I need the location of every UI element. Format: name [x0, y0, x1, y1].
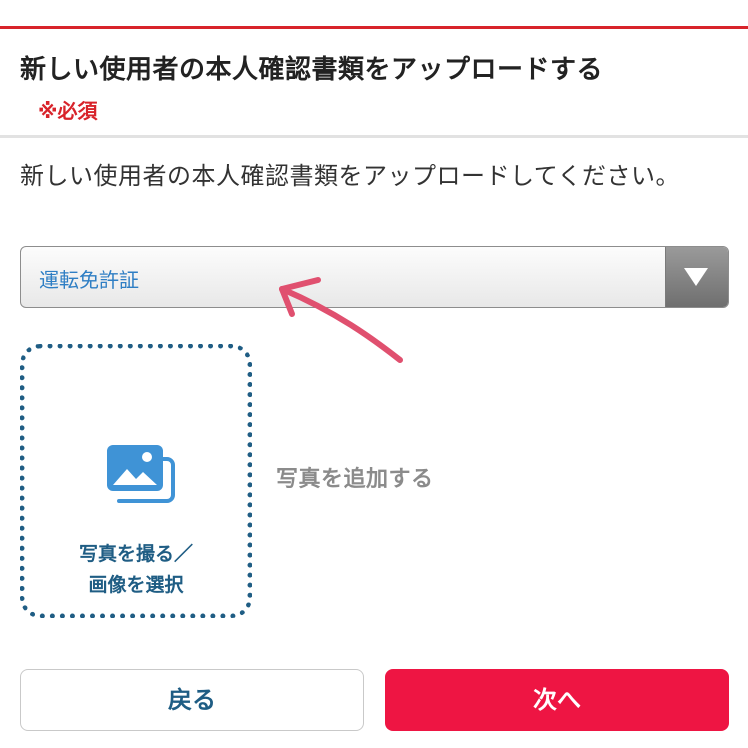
instruction-text: 新しい使用者の本人確認書類をアップロードしてください。 [20, 162, 681, 190]
back-button[interactable]: 戻る [20, 669, 364, 731]
document-type-select[interactable]: 運転免許証 [20, 246, 729, 308]
next-button[interactable]: 次へ [385, 669, 729, 731]
triangle-down-icon [684, 268, 708, 286]
photo-upload-label-line2: 画像を選択 [88, 574, 184, 596]
document-type-selected-value: 運転免許証 [39, 268, 139, 292]
image-gallery-icon [107, 445, 175, 503]
photo-upload-label: 写真を撮る／ 画像を選択 [25, 539, 247, 601]
dropdown-arrow-button[interactable] [665, 247, 728, 307]
required-badge: ※必須 [38, 99, 98, 123]
upload-id-document-page: 新しい使用者の本人確認書類をアップロードする ※必須 新しい使用者の本人確認書類… [0, 0, 748, 748]
section-header: 新しい使用者の本人確認書類をアップロードする ※必須 [0, 29, 748, 135]
section-title: 新しい使用者の本人確認書類をアップロードする [20, 55, 604, 85]
photo-upload-label-line1: 写真を撮る／ [78, 543, 193, 565]
header-divider [0, 135, 748, 138]
add-photo-label: 写真を追加する [276, 467, 434, 492]
photo-upload-box[interactable]: 写真を撮る／ 画像を選択 [20, 344, 252, 618]
